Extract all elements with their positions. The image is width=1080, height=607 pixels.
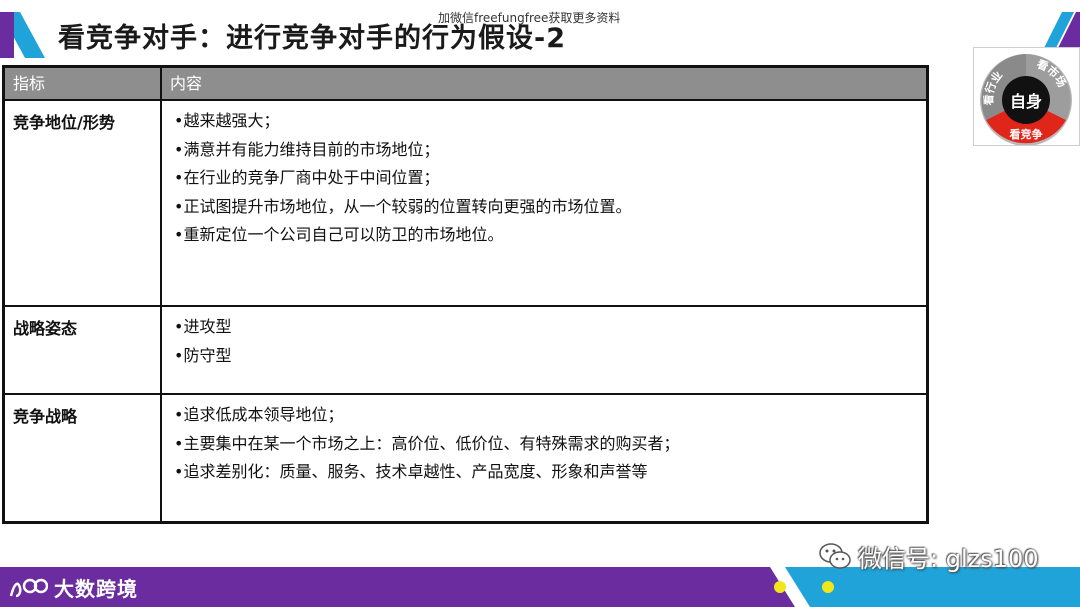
corner-accent-right bbox=[1042, 12, 1080, 52]
analysis-wheel-logo: 自身 看行业 看市场 看竞争 bbox=[973, 47, 1080, 146]
footer-brand: 大数跨境 bbox=[8, 571, 138, 603]
row-label: 竞争地位/形势 bbox=[5, 101, 162, 305]
wheel-segment-competition: 看竞争 bbox=[1010, 127, 1043, 141]
list-item: •在行业的竞争厂商中处于中间位置； bbox=[174, 168, 440, 187]
list-item: •满意并有能力维持目前的市场地位； bbox=[174, 139, 440, 159]
header-content: 内容 bbox=[170, 74, 203, 93]
row-content: •追求低成本领导地位； •主要集中在某一个市场之上：高价位、低价位、有特殊需求的… bbox=[164, 395, 926, 521]
list-item: •防守型 bbox=[174, 345, 232, 365]
table-row: 战略姿态 •进攻型 •防守型 bbox=[5, 307, 926, 395]
wechat-id-text: 微信号: glzs100 bbox=[858, 544, 1039, 573]
row-label: 战略姿态 bbox=[5, 307, 162, 393]
brand-name: 大数跨境 bbox=[54, 576, 138, 601]
row-content: •越来越强大； •满意并有能力维持目前的市场地位； •在行业的竞争厂商中处于中间… bbox=[164, 101, 926, 305]
list-item: •进攻型 bbox=[174, 317, 232, 336]
slide-title: 看竞争对手：进行竞争对手的行为假设-2 bbox=[58, 23, 566, 54]
list-item: •重新定位一个公司自己可以防卫的市场地位。 bbox=[174, 225, 504, 244]
wechat-watermark: 微信号: glzs100 bbox=[818, 539, 1039, 573]
corner-accent-left bbox=[0, 12, 45, 58]
row-content: •进攻型 •防守型 bbox=[164, 307, 926, 393]
list-item: •追求差别化：质量、服务、技术卓越性、产品宽度、形象和声誉等 bbox=[174, 462, 648, 481]
brand-logo-icon bbox=[9, 578, 48, 598]
header-indicator: 指标 bbox=[5, 68, 162, 99]
table-row: 竞争战略 •追求低成本领导地位； •主要集中在某一个市场之上：高价位、低价位、有… bbox=[5, 395, 926, 521]
list-item: •越来越强大； bbox=[174, 111, 280, 130]
wechat-icon bbox=[819, 543, 851, 569]
hypothesis-table: 指标 内容 竞争地位/形势 •越来越强大； •满意并有能力维持目前的市场地位； … bbox=[2, 65, 929, 524]
wheel-center-label: 自身 bbox=[1010, 92, 1042, 111]
list-item: •主要集中在某一个市场之上：高价位、低价位、有特殊需求的购买者； bbox=[174, 433, 680, 453]
row-label: 竞争战略 bbox=[5, 395, 162, 521]
wheel-graphic: 自身 看行业 看市场 看竞争 bbox=[980, 54, 1072, 146]
table-header: 指标 内容 bbox=[5, 68, 926, 101]
table-row: 竞争地位/形势 •越来越强大； •满意并有能力维持目前的市场地位； •在行业的竞… bbox=[5, 101, 926, 307]
list-item: •追求低成本领导地位； bbox=[174, 405, 344, 424]
list-item: •正试图提升市场地位，从一个较弱的位置转向更强的市场位置。 bbox=[174, 196, 632, 216]
